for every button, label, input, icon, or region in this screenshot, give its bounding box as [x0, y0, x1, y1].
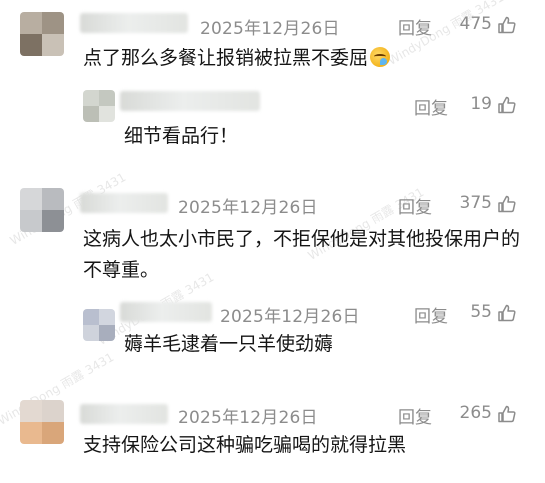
- thumbs-up-icon[interactable]: [497, 404, 517, 424]
- comment-date: 2025年12月26日: [200, 19, 340, 39]
- reply-text: 薅羊毛逮着一只羊使劲薅: [124, 333, 334, 355]
- avatar[interactable]: [20, 12, 64, 56]
- like-count: 19: [470, 94, 492, 114]
- reply-button[interactable]: 回复: [398, 193, 432, 218]
- thumbs-up-icon[interactable]: [497, 303, 517, 323]
- reply-button[interactable]: 回复: [398, 403, 432, 428]
- avatar[interactable]: [20, 400, 64, 444]
- thumbs-up-icon[interactable]: [497, 194, 517, 214]
- comment-text-content: 点了那么多餐让报销被拉黑不委屈: [83, 47, 369, 69]
- reply-button[interactable]: 回复: [414, 94, 448, 119]
- reply-date: 2025年12月26日: [220, 307, 360, 327]
- comment-text: 点了那么多餐让报销被拉黑不委屈: [83, 43, 523, 74]
- comment-date: 2025年12月26日: [178, 408, 318, 428]
- username-blurred[interactable]: [80, 404, 168, 424]
- comment-date: 2025年12月26日: [178, 198, 318, 218]
- reply-button[interactable]: 回复: [398, 14, 432, 39]
- like-count: 55: [470, 302, 492, 322]
- reply-button[interactable]: 回复: [414, 302, 448, 327]
- avatar[interactable]: [20, 188, 64, 232]
- like-count: 265: [459, 403, 492, 423]
- comment-text: 支持保险公司这种骗吃骗喝的就得拉黑: [83, 434, 407, 456]
- username-blurred[interactable]: [120, 91, 260, 111]
- like-count: 475: [459, 14, 492, 34]
- like-count: 375: [459, 193, 492, 213]
- comment-text: 这病人也太小市民了，不拒保他是对其他投保用户的不尊重。: [83, 228, 521, 281]
- username-blurred[interactable]: [80, 13, 188, 33]
- thumbs-up-icon[interactable]: [497, 95, 517, 115]
- avatar[interactable]: [83, 309, 115, 341]
- username-blurred[interactable]: [120, 302, 212, 322]
- avatar[interactable]: [83, 90, 115, 122]
- crying-laughing-emoji-icon: [370, 47, 391, 67]
- reply-text: 细节看品行！: [124, 125, 239, 147]
- username-blurred[interactable]: [80, 193, 168, 213]
- thumbs-up-icon[interactable]: [497, 15, 517, 35]
